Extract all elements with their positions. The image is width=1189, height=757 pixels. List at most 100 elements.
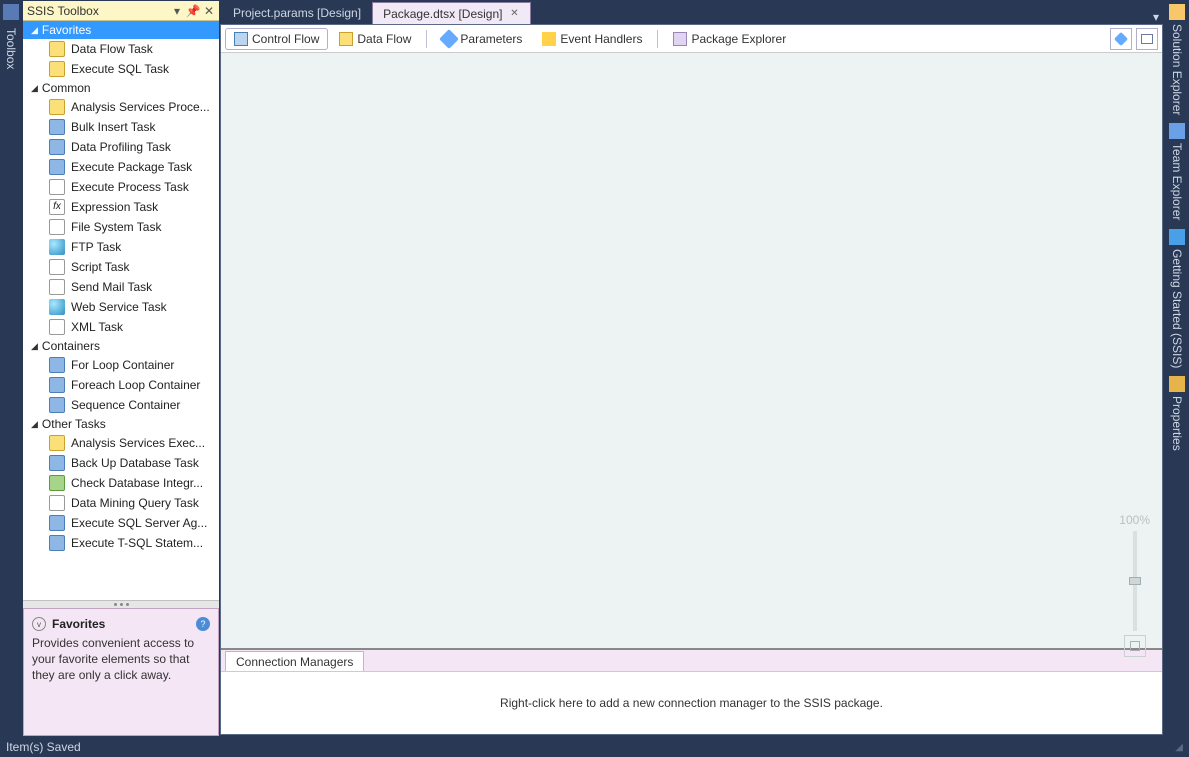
toolbox-title: SSIS Toolbox	[27, 4, 167, 18]
toolbox-item-label: FTP Task	[71, 240, 121, 254]
toolbox-dropdown-icon[interactable]: ▾	[171, 5, 183, 17]
toolbox-toggle-button[interactable]	[1136, 28, 1158, 50]
toolbox-item[interactable]: Web Service Task	[23, 297, 219, 317]
left-dock-strip: Toolbox	[0, 0, 22, 737]
connection-tab-row: Connection Managers	[221, 650, 1162, 672]
toolbox-item[interactable]: Data Profiling Task	[23, 137, 219, 157]
document-tab-bar: Project.params [Design] Package.dtsx [Des…	[220, 0, 1165, 24]
toolbox-item[interactable]: Execute Process Task	[23, 177, 219, 197]
zoom-slider[interactable]	[1133, 531, 1137, 631]
right-dock-tab[interactable]: Getting Started (SSIS)	[1170, 247, 1184, 374]
toolbox-item[interactable]: Execute SQL Server Ag...	[23, 513, 219, 533]
toolbox-item[interactable]: Data Mining Query Task	[23, 493, 219, 513]
designer-tab-label: Parameters	[460, 32, 522, 46]
expand-arrow-icon: ◢	[31, 341, 38, 352]
variables-button[interactable]	[1110, 28, 1132, 50]
document-tab-label: Project.params [Design]	[233, 6, 361, 20]
task-icon	[49, 435, 65, 451]
toolbox-item[interactable]: Bulk Insert Task	[23, 117, 219, 137]
toolbox-item-label: Data Mining Query Task	[71, 496, 199, 510]
toolbox-item-label: Script Task	[71, 260, 129, 274]
info-description: Provides convenient access to your favor…	[32, 635, 210, 684]
toolbox-item-label: Execute Package Task	[71, 160, 192, 174]
document-tab[interactable]: Project.params [Design]	[222, 2, 372, 24]
document-area: Project.params [Design] Package.dtsx [Des…	[220, 0, 1165, 737]
toolbox-item-label: Foreach Loop Container	[71, 378, 200, 392]
pin-icon[interactable]: 📌	[187, 5, 199, 17]
toolbox-item[interactable]: XML Task	[23, 317, 219, 337]
designer-tab[interactable]: Control Flow	[225, 28, 328, 50]
toolbox-item[interactable]: Execute Package Task	[23, 157, 219, 177]
toolbox-item[interactable]: For Loop Container	[23, 355, 219, 375]
connection-managers-area[interactable]: Right-click here to add a new connection…	[221, 672, 1162, 734]
designer-tab[interactable]: Data Flow	[330, 28, 420, 50]
toolbox-item[interactable]: Sequence Container	[23, 395, 219, 415]
toolbox-item[interactable]: Send Mail Task	[23, 277, 219, 297]
expand-arrow-icon: ◢	[31, 83, 38, 94]
toolbox-item[interactable]: Back Up Database Task	[23, 453, 219, 473]
toolbox-item-label: Web Service Task	[71, 300, 167, 314]
toolbox-item-label: Execute SQL Server Ag...	[71, 516, 207, 530]
expand-arrow-icon: ◢	[31, 25, 38, 36]
control-flow-canvas[interactable]: 100%	[221, 53, 1162, 648]
designer-tab-icon	[234, 32, 248, 46]
category-label: Common	[42, 81, 91, 95]
designer-tab-icon	[542, 32, 556, 46]
designer-tab[interactable]: Event Handlers	[533, 28, 651, 50]
toolbox-item[interactable]: Foreach Loop Container	[23, 375, 219, 395]
right-dock-tab[interactable]: Solution Explorer	[1170, 22, 1184, 121]
document-tab[interactable]: Package.dtsx [Design]✕	[372, 2, 531, 24]
toolbox-item[interactable]: File System Task	[23, 217, 219, 237]
resize-grip-icon[interactable]: ◢	[1175, 742, 1183, 753]
toolbox-item[interactable]: Execute T-SQL Statem...	[23, 533, 219, 553]
category-label: Other Tasks	[42, 417, 106, 431]
close-icon[interactable]: ✕	[203, 5, 215, 17]
toolbox-category[interactable]: ◢ Common	[23, 79, 219, 97]
tab-close-icon[interactable]: ✕	[508, 8, 520, 20]
panel-splitter[interactable]	[23, 600, 219, 608]
designer-tab[interactable]: Parameters	[433, 28, 531, 50]
task-icon	[49, 119, 65, 135]
toolbox-item-label: Send Mail Task	[71, 280, 152, 294]
fit-view-button[interactable]	[1124, 635, 1146, 657]
task-icon	[49, 475, 65, 491]
toolbox-category[interactable]: ◢Other Tasks	[23, 415, 219, 433]
toolbox-item[interactable]: Analysis Services Exec...	[23, 433, 219, 453]
toolbox-item[interactable]: Check Database Integr...	[23, 473, 219, 493]
tab-overflow-icon[interactable]: ▾	[1147, 10, 1165, 24]
right-dock-tab[interactable]: Team Explorer	[1170, 141, 1184, 226]
toolbox-item[interactable]: Execute SQL Task	[23, 59, 219, 79]
toolbox-item[interactable]: Analysis Services Proce...	[23, 97, 219, 117]
toolbox-tree[interactable]: ◢Favorites Data Flow Task Execute SQL Task…	[23, 21, 219, 600]
toolbox-category[interactable]: ◢Containers	[23, 337, 219, 355]
toolbox-item[interactable]: fxExpression Task	[23, 197, 219, 217]
task-icon	[49, 357, 65, 373]
toolbox-item-label: File System Task	[71, 220, 161, 234]
right-tab-icon	[1169, 123, 1185, 139]
connection-managers-panel: Connection Managers Right-click here to …	[221, 648, 1162, 734]
connection-managers-tab[interactable]: Connection Managers	[225, 651, 364, 671]
toolbox-strip-tab[interactable]: Toolbox	[4, 24, 18, 73]
toolbox-item[interactable]: Script Task	[23, 257, 219, 277]
collapse-icon[interactable]: v	[32, 617, 46, 631]
toolbox-item-label: Data Flow Task	[71, 42, 153, 56]
package-designer: Control FlowData Flow Parameters Event Han…	[220, 24, 1163, 735]
task-icon	[49, 139, 65, 155]
toolbox-item-label: For Loop Container	[71, 358, 174, 372]
toolbox-item[interactable]: Data Flow Task	[23, 39, 219, 59]
toolbox-item-label: XML Task	[71, 320, 123, 334]
designer-tab[interactable]: Package Explorer	[664, 28, 795, 50]
toolbox-item-label: Bulk Insert Task	[71, 120, 155, 134]
task-icon	[49, 259, 65, 275]
zoom-thumb[interactable]	[1129, 577, 1141, 585]
toolbox-strip-icon	[3, 4, 19, 20]
designer-tab-label: Event Handlers	[560, 32, 642, 46]
toolbox-item-label: Execute Process Task	[71, 180, 189, 194]
toolbox-category[interactable]: ◢Favorites	[23, 21, 219, 39]
toolbox-item[interactable]: FTP Task	[23, 237, 219, 257]
right-dock-tab[interactable]: Properties	[1170, 394, 1184, 457]
toolbox-item-label: Sequence Container	[71, 398, 180, 412]
right-dock-strip: Solution Explorer Team Explorer Getting St…	[1165, 0, 1189, 737]
help-icon[interactable]: ?	[196, 617, 210, 631]
task-icon	[49, 239, 65, 255]
